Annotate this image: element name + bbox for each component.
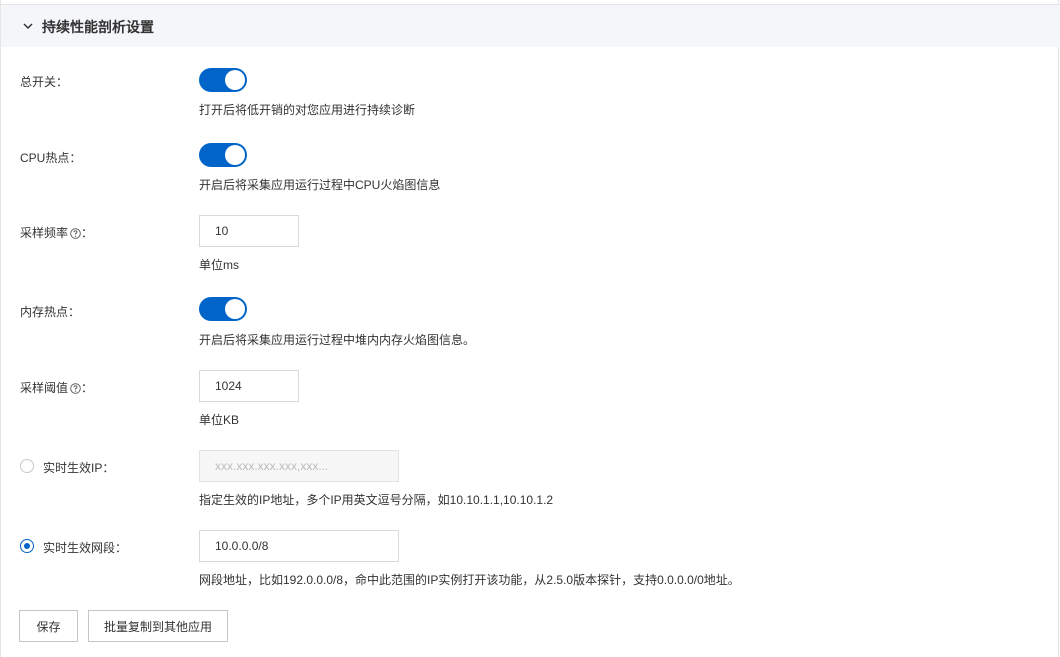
batch-copy-button[interactable]: 批量复制到其他应用: [88, 610, 228, 642]
switch-knob: [225, 145, 245, 165]
realtime-segment-help: 网段地址，比如192.0.0.0/8，命中此范围的IP实例打开该功能，从2.5.…: [199, 573, 740, 587]
master-switch-label: 总开关：: [20, 75, 69, 89]
realtime-segment-input[interactable]: [199, 530, 399, 562]
realtime-ip-label[interactable]: 实时生效IP：: [43, 459, 114, 476]
sample-threshold-colon: ：: [81, 381, 94, 395]
sample-threshold-label: 采样阈值 ：: [20, 379, 93, 396]
realtime-ip-radio[interactable]: [20, 459, 34, 473]
switch-knob: [225, 299, 245, 319]
radio-dot: [24, 543, 30, 549]
realtime-segment-label[interactable]: 实时生效网段：: [43, 539, 127, 556]
sample-freq-label: 采样频率 ：: [20, 224, 93, 241]
profiling-settings-panel: 持续性能剖析设置 总开关： 打开后将低开销的对您应用进行持续诊断 CPU热点： …: [0, 0, 1060, 657]
memory-hotspot-help: 开启后将采集应用运行过程中堆内内存火焰图信息。: [199, 333, 476, 347]
realtime-ip-help: 指定生效的IP地址，多个IP用英文逗号分隔，如10.10.1.1,10.10.1…: [199, 493, 554, 507]
realtime-segment-radio[interactable]: [20, 539, 34, 553]
realtime-ip-input[interactable]: [199, 450, 399, 482]
cpu-hotspot-help: 开启后将采集应用运行过程中CPU火焰图信息: [199, 178, 441, 192]
sample-threshold-help: 单位KB: [199, 413, 240, 427]
chevron-down-icon[interactable]: [21, 19, 35, 33]
sample-freq-colon: ：: [81, 226, 94, 240]
save-button[interactable]: 保存: [19, 610, 78, 642]
switch-knob: [225, 70, 245, 90]
panel-title: 持续性能剖析设置: [42, 19, 154, 35]
sample-threshold-label-text: 采样阈值: [20, 381, 69, 395]
sample-freq-help: 单位ms: [199, 258, 239, 272]
memory-hotspot-label: 内存热点：: [20, 305, 81, 319]
cpu-hotspot-label: CPU热点：: [20, 151, 82, 165]
help-circle-icon[interactable]: [70, 383, 81, 394]
master-switch-toggle[interactable]: [199, 68, 247, 92]
help-circle-icon[interactable]: [70, 228, 81, 239]
cpu-hotspot-toggle[interactable]: [199, 143, 247, 167]
sample-threshold-input[interactable]: [199, 370, 299, 402]
sample-freq-input[interactable]: [199, 215, 299, 247]
sample-freq-label-text: 采样频率: [20, 226, 69, 240]
master-switch-help: 打开后将低开销的对您应用进行持续诊断: [199, 103, 416, 117]
panel-header[interactable]: 持续性能剖析设置: [1, 4, 1060, 47]
memory-hotspot-toggle[interactable]: [199, 297, 247, 321]
